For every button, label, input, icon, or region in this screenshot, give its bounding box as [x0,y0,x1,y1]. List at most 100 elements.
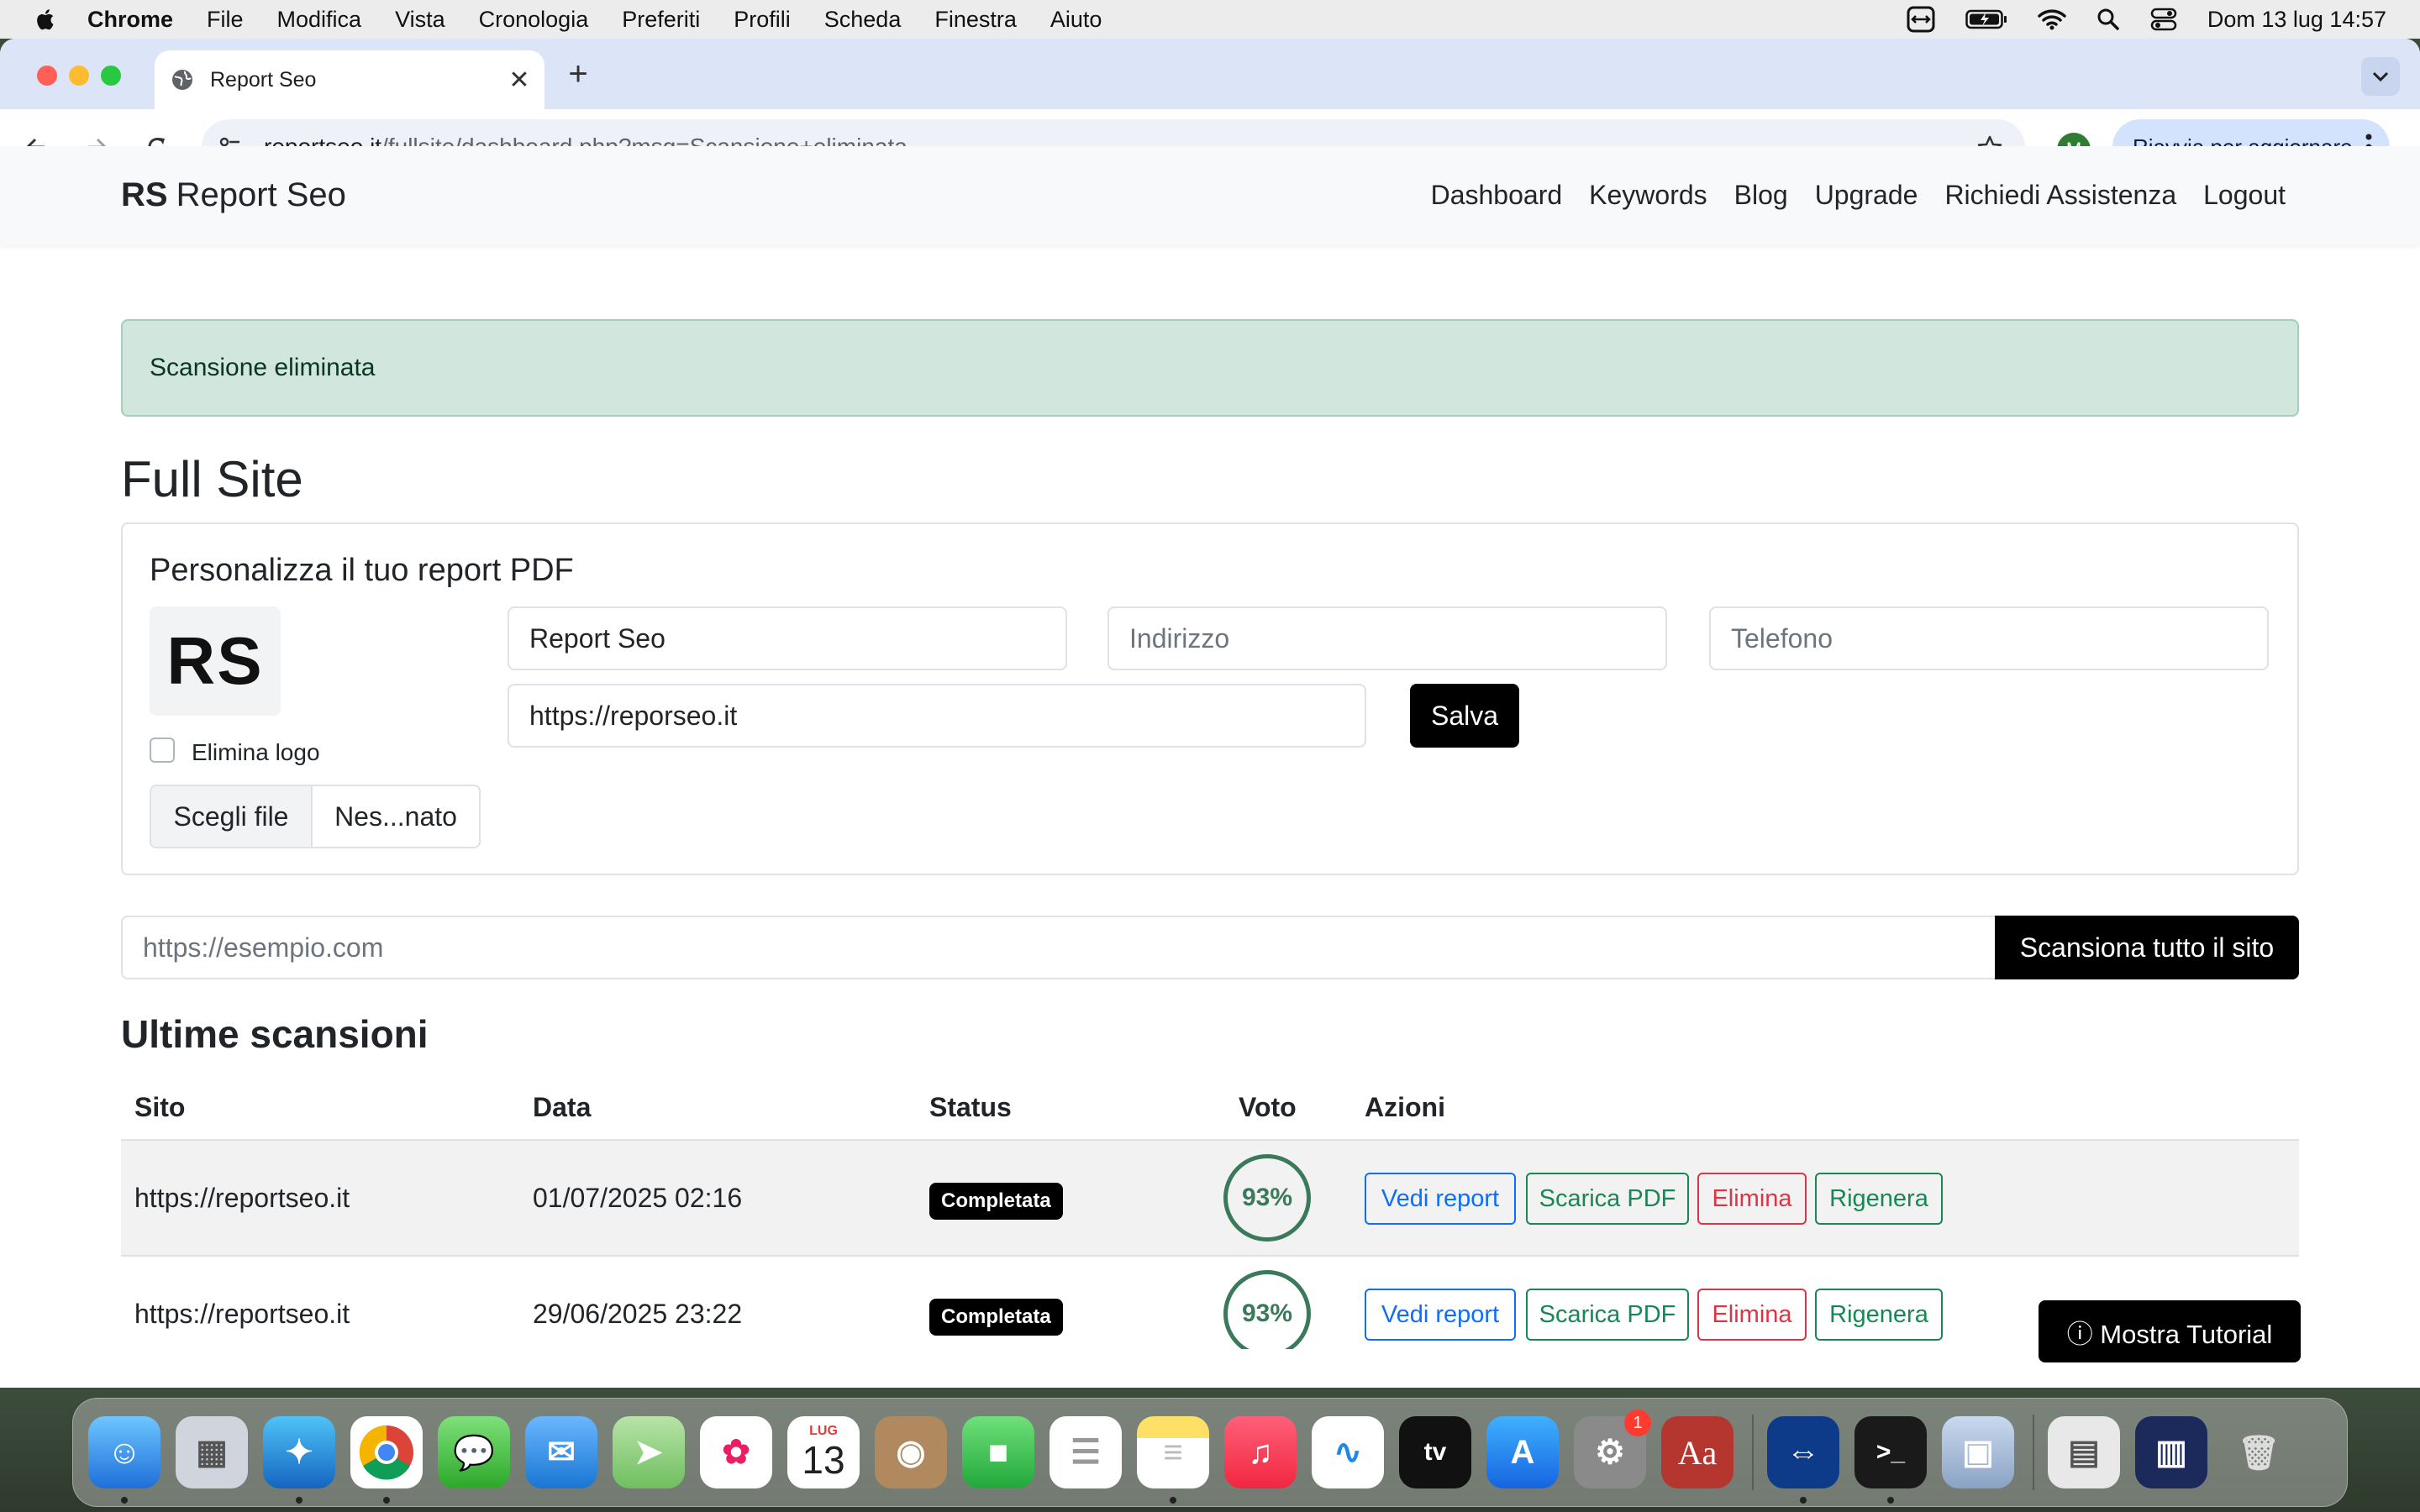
running-dot [1800,1497,1807,1504]
recent-scans-heading: Ultime scansioni [121,1012,429,1056]
downloads-stack-icon[interactable]: ▤ [2048,1416,2120,1488]
row-date: 29/06/2025 23:22 [533,1299,743,1329]
mail-icon[interactable]: ✉ [525,1416,597,1488]
download-pdf-button[interactable]: Scarica PDF [1526,1289,1689,1341]
apple-tv-icon[interactable]: tv [1399,1416,1471,1488]
row-site: https://reportseo.it [134,1299,350,1329]
pdf-customization-card: Personalizza il tuo report PDF RS Elimin… [121,522,2299,875]
freeform-icon[interactable]: ∿ [1312,1416,1384,1488]
nav-blog[interactable]: Blog [1734,180,1788,211]
close-window-button[interactable] [37,66,57,86]
tab-close-icon[interactable]: ✕ [502,63,536,97]
chrome-icon[interactable] [350,1416,423,1504]
menu-file[interactable]: File [207,7,244,33]
view-report-button[interactable]: Vedi report [1365,1289,1516,1341]
page-title: Full Site [121,451,303,507]
menu-finestra[interactable]: Finestra [934,7,1017,33]
logo-file-input[interactable]: Scegli file Nes...nato [150,785,481,848]
company-name-field[interactable]: Report Seo [508,606,1067,670]
table-row: https://reportseo.it 29/06/2025 23:22 Co… [121,1257,2299,1349]
success-alert: Scansione eliminata [121,319,2299,417]
terminal-icon[interactable]: >_ [1854,1416,1927,1504]
menubar-clock[interactable]: Dom 13 lug 14:57 [2207,7,2386,33]
trash-icon[interactable]: 🗑 [2223,1416,2295,1488]
spotlight-search-icon[interactable] [2096,8,2120,31]
dock-separator [2033,1415,2034,1490]
scan-url-input[interactable]: https://esempio.com [121,916,1995,979]
teamviewer-status-icon[interactable] [1907,6,1935,33]
calendar-day: 13 [802,1438,845,1482]
nav-dashboard[interactable]: Dashboard [1431,180,1563,211]
menu-app-name[interactable]: Chrome [87,7,173,33]
dock-separator [1752,1415,1754,1490]
menu-modifica[interactable]: Modifica [277,7,362,33]
site-navbar: RS Report Seo Dashboard Keywords Blog Upg… [0,146,2420,245]
macos-dock: ☺ ▦ ✦ 💬 ✉ ➤ ✿ LUG 13 ◉ ■ ☰ ≡ ♫ ∿ tv A ⚙ 1… [72,1398,2348,1507]
facetime-icon[interactable]: ■ [962,1416,1034,1488]
menu-aiuto[interactable]: Aiuto [1050,7,1102,33]
minimize-window-button[interactable] [69,66,89,86]
fullscreen-window-button[interactable] [101,66,121,86]
table-header: Sito Data Status Voto Azioni [121,1074,2299,1141]
website-field[interactable]: https://reporseo.it [508,684,1366,748]
scan-form: https://esempio.com Scansiona tutto il s… [121,916,2299,979]
tab-search-chevron-icon[interactable] [2361,57,2400,96]
teamviewer-icon[interactable]: ⇔ [1767,1416,1839,1504]
row-date: 01/07/2025 02:16 [533,1183,743,1213]
score-circle: 93% [1223,1270,1311,1349]
new-tab-plus-icon[interactable]: + [561,57,595,91]
regenerate-button[interactable]: Rigenera [1815,1289,1943,1341]
finder-icon[interactable]: ☺ [88,1416,160,1504]
wifi-icon[interactable] [2038,8,2066,31]
calendar-icon[interactable]: LUG 13 [787,1416,860,1488]
reminders-icon[interactable]: ☰ [1050,1416,1122,1488]
battery-icon[interactable] [1965,8,2007,30]
messages-icon[interactable]: 💬 [438,1416,510,1488]
nav-keywords[interactable]: Keywords [1589,180,1707,211]
tab-report-seo[interactable]: Report Seo ✕ [155,50,544,109]
preview-icon[interactable]: ▣ [1942,1416,2014,1488]
music-icon[interactable]: ♫ [1224,1416,1297,1488]
brand-short: RS [121,176,168,213]
calendar-month: LUG [809,1424,838,1438]
nav-richiedi-assistenza[interactable]: Richiedi Assistenza [1944,180,2176,211]
delete-scan-button[interactable]: Elimina [1697,1173,1807,1225]
show-tutorial-button[interactable]: ⓘ Mostra Tutorial [2039,1300,2301,1362]
notes-icon[interactable]: ≡ [1137,1416,1209,1504]
download-pdf-button[interactable]: Scarica PDF [1526,1173,1689,1225]
dictionary-icon[interactable]: Aa [1661,1416,1733,1488]
regenerate-button[interactable]: Rigenera [1815,1173,1943,1225]
site-brand[interactable]: RS Report Seo [121,176,346,214]
photos-icon[interactable]: ✿ [700,1416,772,1488]
row-site: https://reportseo.it [134,1183,350,1213]
nav-upgrade[interactable]: Upgrade [1815,180,1918,211]
phone-field[interactable]: Telefono [1709,606,2269,670]
address-field[interactable]: Indirizzo [1107,606,1667,670]
scans-table: Sito Data Status Voto Azioni https://rep… [121,1074,2299,1349]
status-badge: Completata [929,1183,1063,1220]
choose-file-button[interactable]: Scegli file [151,786,313,847]
table-row: https://reportseo.it 01/07/2025 02:16 Co… [121,1141,2299,1257]
menu-vista[interactable]: Vista [395,7,445,33]
view-report-button[interactable]: Vedi report [1365,1173,1516,1225]
menu-profili[interactable]: Profili [734,7,791,33]
system-settings-icon[interactable]: ⚙ 1 [1574,1410,1651,1488]
menu-scheda[interactable]: Scheda [824,7,902,33]
safari-icon[interactable]: ✦ [263,1416,335,1504]
app-store-icon[interactable]: A [1486,1416,1559,1488]
documents-stack-icon[interactable]: ▥ [2135,1416,2207,1488]
save-button[interactable]: Salva [1410,684,1519,748]
apple-logo-icon[interactable] [34,7,59,32]
brand-name: Report Seo [176,176,346,213]
scan-site-button[interactable]: Scansiona tutto il sito [1995,916,2299,979]
delete-logo-label[interactable]: Elimina logo [192,739,320,766]
menu-preferiti[interactable]: Preferiti [622,7,700,33]
control-center-icon[interactable] [2150,8,2177,31]
delete-logo-checkbox[interactable] [150,738,175,763]
menu-cronologia[interactable]: Cronologia [479,7,589,33]
contacts-icon[interactable]: ◉ [875,1416,947,1488]
maps-icon[interactable]: ➤ [613,1416,685,1488]
nav-logout[interactable]: Logout [2203,180,2286,211]
launchpad-icon[interactable]: ▦ [176,1416,248,1488]
delete-scan-button[interactable]: Elimina [1697,1289,1807,1341]
